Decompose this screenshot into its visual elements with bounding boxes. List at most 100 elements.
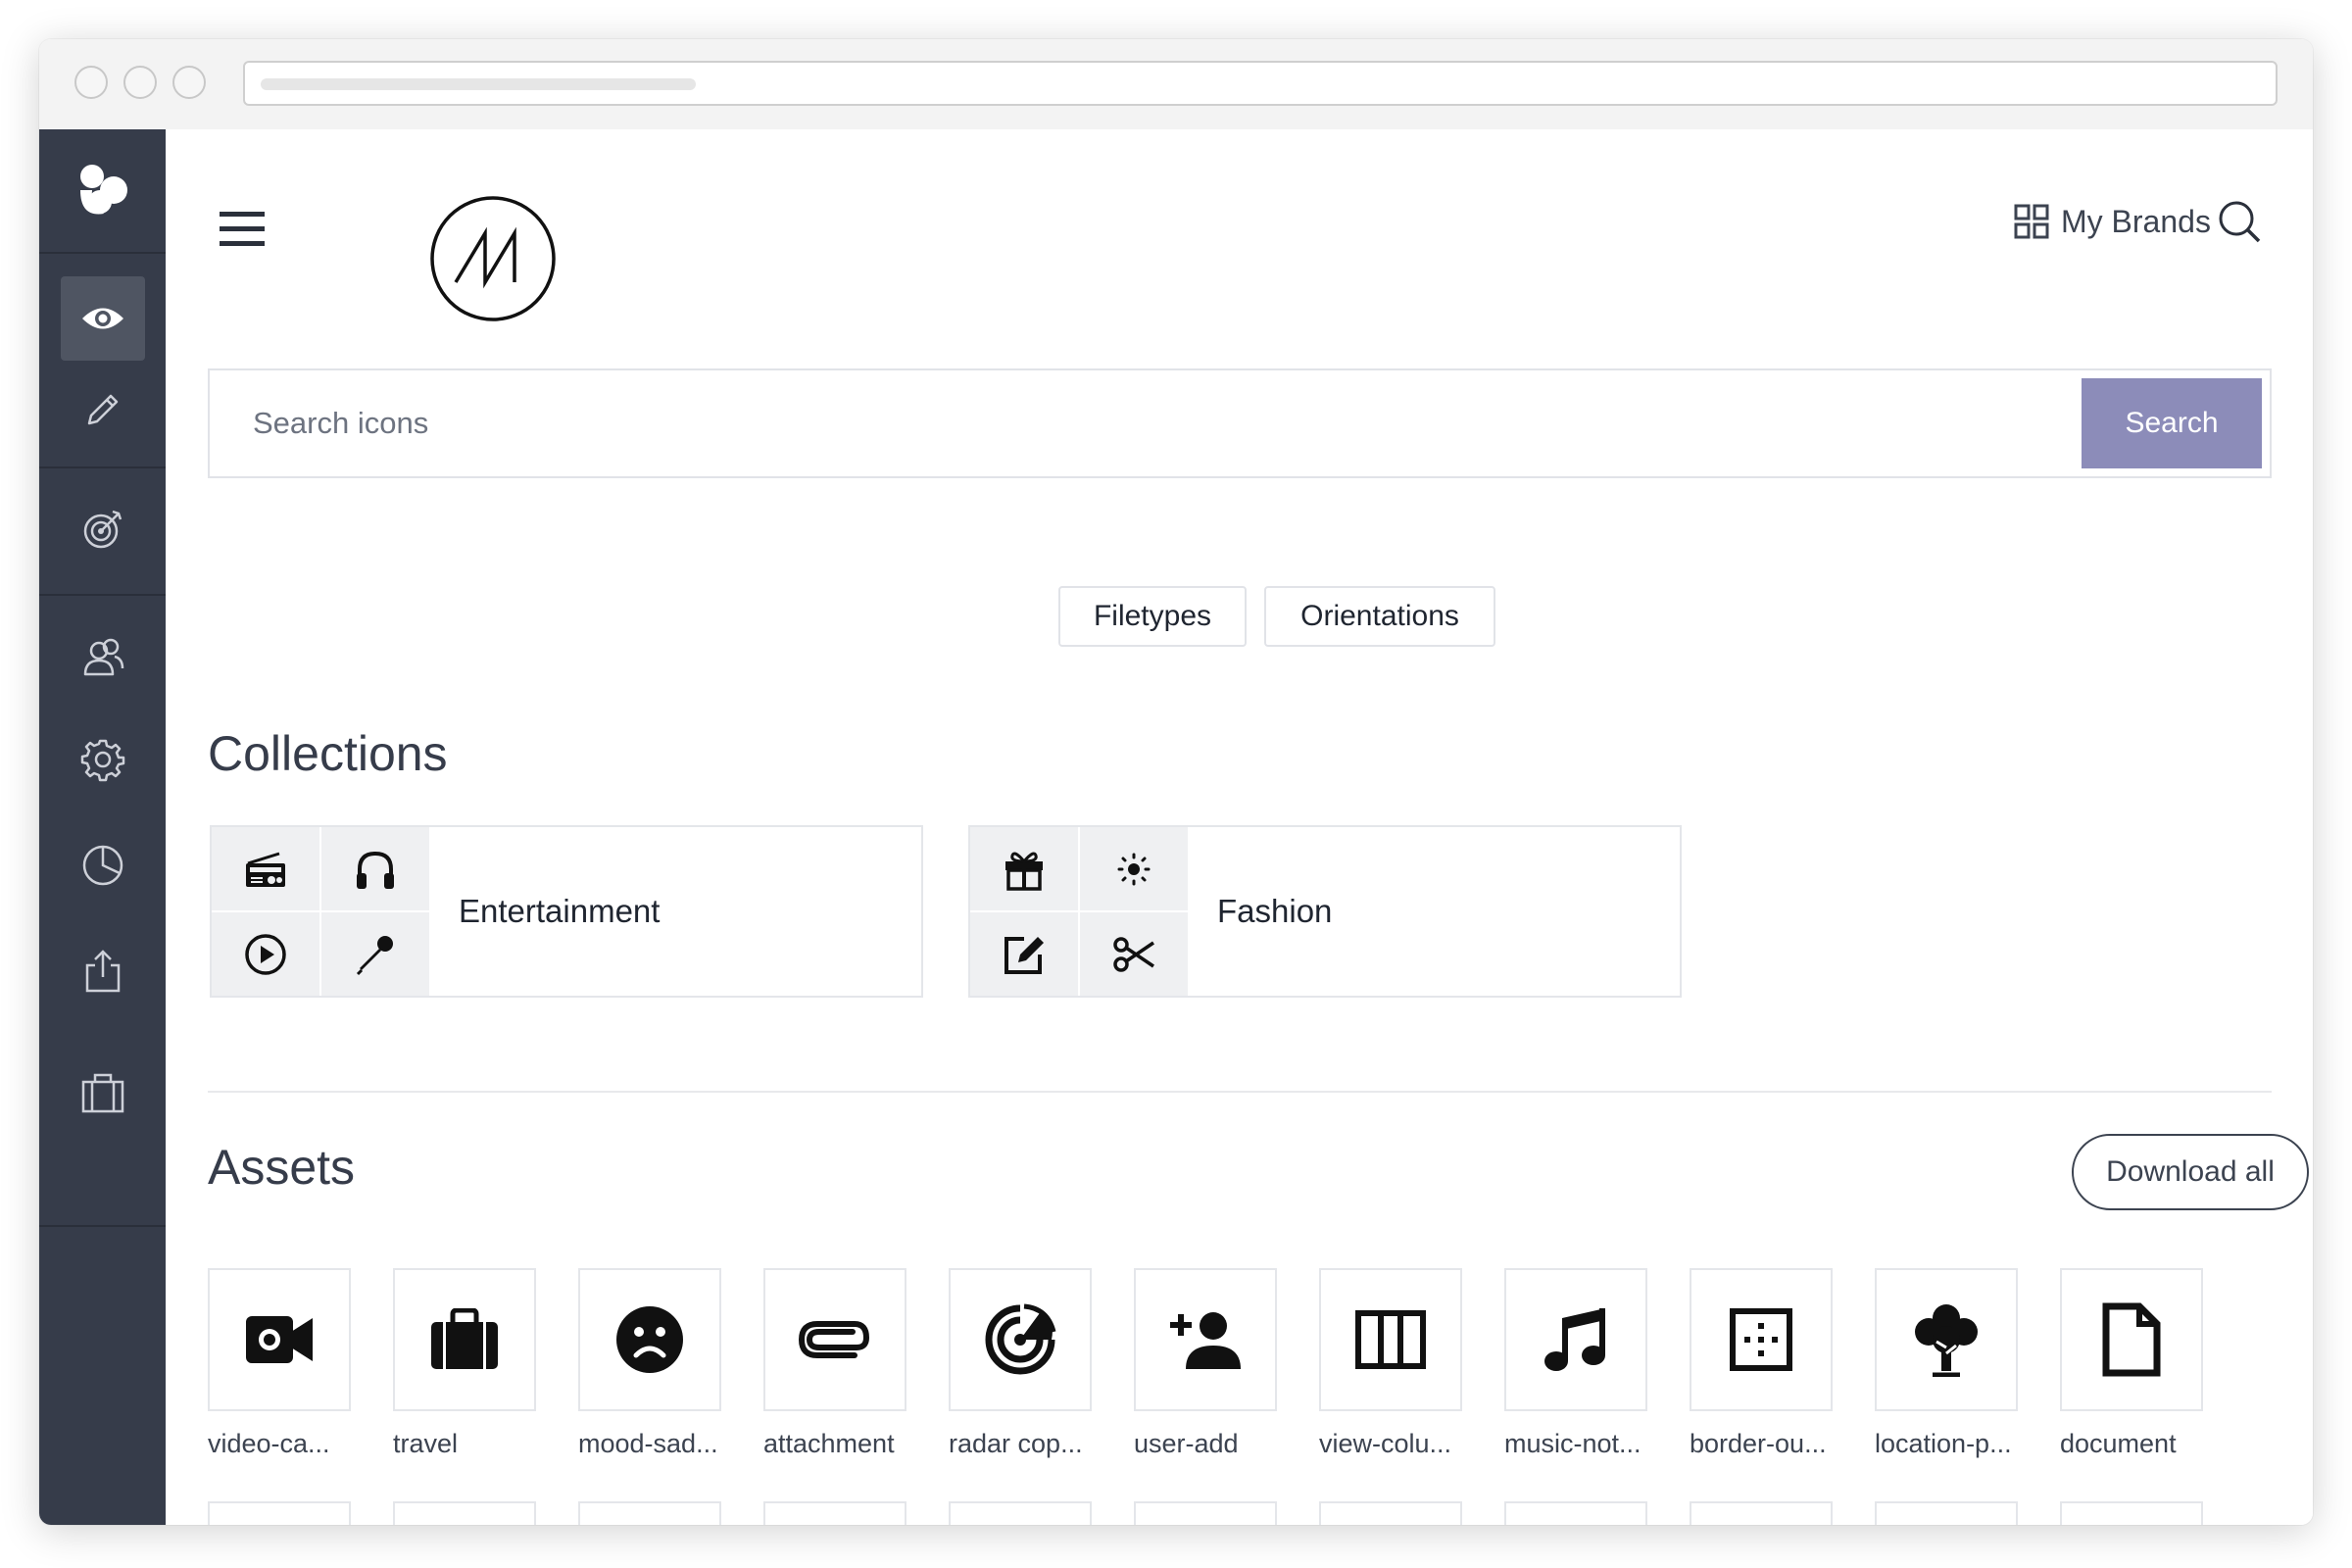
window-close-button[interactable] <box>74 66 108 99</box>
collection-preview-grid <box>970 827 1188 996</box>
collection-card-entertainment[interactable]: Entertainment <box>210 825 923 998</box>
asset-label: document <box>2060 1429 2177 1458</box>
list-icon <box>1877 1503 2018 1525</box>
asset-item[interactable]: travel <box>393 1268 536 1459</box>
brand-logo[interactable] <box>428 194 558 323</box>
asset-thumbnail-partial[interactable] <box>763 1501 906 1525</box>
border-outer-icon <box>1730 1308 1792 1371</box>
asset-thumbnail <box>1875 1268 2018 1411</box>
asset-item[interactable]: attachment <box>763 1268 906 1459</box>
collection-preview-cell <box>1080 827 1188 910</box>
filetypes-filter-button[interactable]: Filetypes <box>1058 586 1247 647</box>
my-brands-link[interactable]: My Brands <box>2014 198 2211 245</box>
asset-label: mood-sad... <box>578 1429 718 1458</box>
sidebar-item-share[interactable] <box>39 929 166 1013</box>
asset-item[interactable]: video-ca... <box>208 1268 351 1459</box>
asset-thumbnail-partial[interactable] <box>1134 1501 1277 1525</box>
orientations-filter-button[interactable]: Orientations <box>1264 586 1495 647</box>
rewind-icon <box>395 1503 536 1525</box>
users-icon <box>83 638 123 676</box>
view-column-icon <box>1355 1310 1426 1369</box>
sidebar-item-portfolio[interactable] <box>39 1051 166 1135</box>
briefcase-icon <box>431 1308 498 1369</box>
microphone-icon <box>356 935 393 975</box>
asset-thumbnail <box>1319 1268 1462 1411</box>
asset-thumbnail <box>763 1268 906 1411</box>
play-circle-icon <box>245 933 286 975</box>
headphones-icon <box>357 851 394 889</box>
sidebar-item-edit[interactable] <box>39 380 166 439</box>
scissors-icon <box>1113 936 1154 972</box>
asset-thumbnail-partial[interactable] <box>1504 1501 1647 1525</box>
asset-thumbnail <box>393 1268 536 1411</box>
asset-item[interactable]: mood-sad... <box>578 1268 721 1459</box>
search-icon <box>2219 201 2261 243</box>
collection-preview-cell <box>970 912 1078 996</box>
sidebar <box>39 129 166 1525</box>
header-search-button[interactable] <box>2216 198 2263 245</box>
asset-label: travel <box>393 1429 459 1458</box>
icon-search-bar: Search <box>208 368 2272 478</box>
share-icon <box>85 950 120 993</box>
asset-item[interactable]: music-not... <box>1504 1268 1647 1459</box>
asset-item[interactable]: document <box>2060 1268 2203 1459</box>
edit-icon <box>1004 936 1044 974</box>
asset-thumbnail-partial[interactable] <box>2060 1501 2203 1525</box>
asset-thumbnail-partial[interactable] <box>578 1501 721 1525</box>
info-icon <box>2062 1503 2203 1525</box>
sidebar-item-analytics[interactable] <box>39 823 166 907</box>
window-minimize-button[interactable] <box>123 66 157 99</box>
asset-thumbnail-partial[interactable] <box>949 1501 1092 1525</box>
asset-item[interactable]: view-colu... <box>1319 1268 1462 1459</box>
asset-thumbnail-partial[interactable] <box>1690 1501 1833 1525</box>
section-divider <box>208 1091 2272 1093</box>
collection-preview-cell <box>321 827 429 910</box>
playlist-icon <box>580 1503 721 1525</box>
address-bar[interactable] <box>243 61 2278 106</box>
search-button[interactable]: Search <box>2082 378 2262 468</box>
asset-item[interactable]: border-ou... <box>1690 1268 1833 1459</box>
collection-label: Entertainment <box>459 893 661 929</box>
pencil-icon <box>87 394 118 425</box>
brand-logo-icon <box>430 196 556 321</box>
asset-thumbnail-partial[interactable] <box>393 1501 536 1525</box>
main-content: My Brands Search Filetypes Orientations … <box>166 129 2313 1525</box>
sidebar-item-users[interactable] <box>39 608 166 706</box>
asset-thumbnail <box>1504 1268 1647 1411</box>
assets-title: Assets <box>208 1140 356 1195</box>
asset-item[interactable]: radar cop... <box>949 1268 1092 1459</box>
grid-icon <box>2014 204 2049 239</box>
my-brands-label: My Brands <box>2061 203 2211 239</box>
sidebar-item-settings[interactable] <box>39 717 166 802</box>
address-bar-placeholder <box>261 78 696 90</box>
asset-label: video-ca... <box>208 1429 330 1458</box>
sidebar-item-view[interactable] <box>39 276 166 361</box>
asset-thumbnail-partial[interactable] <box>208 1501 351 1525</box>
hamburger-menu-button[interactable] <box>219 208 266 251</box>
collection-card-fashion[interactable]: Fashion <box>968 825 1682 998</box>
asset-thumbnail <box>208 1268 351 1411</box>
briefcase-icon <box>81 1073 123 1113</box>
user-add-icon <box>1170 1312 1241 1369</box>
browser-titlebar <box>39 39 2313 129</box>
asset-thumbnail-partial[interactable] <box>1319 1501 1462 1525</box>
app-logo-icon <box>79 164 127 214</box>
asset-thumbnail-partial[interactable] <box>1875 1501 2018 1525</box>
asset-item[interactable]: location-p... <box>1875 1268 2018 1459</box>
tree-icon <box>1915 1304 1978 1377</box>
download-all-button[interactable]: Download all <box>2072 1134 2309 1210</box>
app-logo[interactable] <box>39 129 166 254</box>
collection-preview-cell <box>970 827 1078 910</box>
dashboard-icon <box>1506 1503 1647 1525</box>
sidebar-item-target[interactable] <box>39 480 166 578</box>
window-maximize-button[interactable] <box>172 66 206 99</box>
monitor-icon <box>765 1503 906 1525</box>
paperclip-icon <box>798 1321 870 1358</box>
collection-preview-cell <box>212 912 319 996</box>
asset-label: attachment <box>763 1429 895 1458</box>
sad-face-icon <box>616 1306 683 1373</box>
eye-icon <box>81 308 123 329</box>
asset-label: location-p... <box>1875 1429 2012 1458</box>
asset-item[interactable]: user-add <box>1134 1268 1277 1459</box>
search-input[interactable] <box>212 372 2074 474</box>
